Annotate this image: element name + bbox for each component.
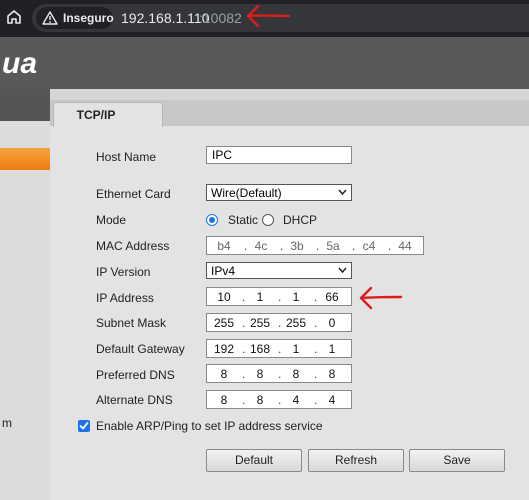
alternate-dns-octet[interactable]: 8	[243, 393, 277, 407]
ip-octet[interactable]: 66	[315, 290, 349, 304]
alternate-dns-label: Alternate DNS	[96, 393, 173, 407]
save-button[interactable]: Save	[409, 449, 505, 472]
tab-tcp-ip[interactable]: TCP/IP	[53, 102, 163, 127]
annotation-arrow-url	[246, 4, 291, 28]
preferred-dns-octet[interactable]: 8	[279, 367, 313, 381]
ip-address-label: IP Address	[96, 291, 154, 305]
gateway-octet[interactable]: 1	[279, 342, 313, 356]
annotation-arrow-ip	[359, 286, 403, 310]
ip-version-value: IPv4	[211, 264, 236, 278]
gateway-octet[interactable]: 1	[315, 342, 349, 356]
ip-version-label: IP Version	[96, 265, 151, 279]
gateway-octet[interactable]: 168	[243, 342, 277, 356]
warning-icon	[42, 11, 58, 25]
app-header	[0, 37, 529, 89]
subnet-octet[interactable]: 255	[207, 316, 241, 330]
gateway-octet[interactable]: 192	[207, 342, 241, 356]
sidebar-item-active[interactable]	[0, 148, 50, 170]
mode-dhcp-label: DHCP	[283, 213, 318, 227]
mode-label: Mode	[96, 213, 127, 227]
ip-version-select[interactable]: IPv4	[206, 262, 352, 279]
host-name-input[interactable]: IPC	[206, 146, 352, 164]
url-host: 192.168.1.110	[121, 10, 210, 26]
alternate-dns-octet[interactable]: 4	[279, 393, 313, 407]
alternate-dns-octet[interactable]: 4	[315, 393, 349, 407]
mode-dhcp-radio[interactable]	[262, 214, 274, 226]
ethernet-card-label: Ethernet Card	[96, 187, 171, 201]
mac-octet: c4	[362, 239, 376, 253]
mode-static-radio[interactable]	[206, 214, 218, 226]
preferred-dns-label: Preferred DNS	[96, 368, 175, 382]
sidebar-header	[0, 89, 50, 121]
host-name-label: Host Name	[96, 150, 157, 164]
alternate-dns-field[interactable]: 8 . 8 . 4 . 4	[206, 390, 352, 409]
subnet-octet[interactable]: 255	[279, 316, 313, 330]
mode-static-label: Static	[228, 213, 259, 227]
ethernet-card-value: Wire(Default)	[211, 186, 282, 200]
sidebar-item-partial[interactable]: m	[2, 416, 12, 430]
default-gateway-label: Default Gateway	[96, 342, 185, 356]
subnet-octet[interactable]: 255	[243, 316, 277, 330]
alternate-dns-octet[interactable]: 8	[207, 393, 241, 407]
chevron-down-icon	[338, 267, 347, 273]
ip-octet[interactable]: 1	[279, 290, 313, 304]
ip-octet[interactable]: 1	[243, 290, 277, 304]
mac-octet: 5a	[326, 239, 340, 253]
preferred-dns-octet[interactable]: 8	[243, 367, 277, 381]
security-label: Inseguro	[63, 11, 114, 25]
preferred-dns-field[interactable]: 8 . 8 . 8 . 8	[206, 364, 352, 383]
subnet-mask-label: Subnet Mask	[96, 316, 167, 330]
mac-octet: 3b	[290, 239, 304, 253]
arp-ping-label: Enable ARP/Ping to set IP address servic…	[96, 419, 323, 433]
default-button[interactable]: Default	[206, 449, 302, 472]
ip-address-field[interactable]: 10 . 1 . 1 . 66	[206, 287, 352, 306]
checkmark-icon	[79, 422, 89, 430]
home-icon[interactable]	[3, 6, 25, 28]
mac-octet: b4	[217, 239, 231, 253]
brand-logo: ua	[2, 47, 38, 80]
mac-octet: 44	[398, 239, 412, 253]
mac-address-field: b4 . 4c . 3b . 5a . c4 . 44	[206, 236, 424, 255]
url-port: :10082	[199, 10, 242, 26]
mac-octet: 4c	[254, 239, 268, 253]
ip-octet[interactable]: 10	[207, 290, 241, 304]
subnet-octet[interactable]: 0	[315, 316, 349, 330]
mac-address-label: MAC Address	[96, 239, 170, 253]
security-chip[interactable]: Inseguro	[36, 7, 114, 29]
arp-ping-checkbox[interactable]	[78, 420, 90, 432]
subnet-mask-field[interactable]: 255 . 255 . 255 . 0	[206, 313, 352, 332]
default-gateway-field[interactable]: 192 . 168 . 1 . 1	[206, 339, 352, 358]
ethernet-card-select[interactable]: Wire(Default)	[206, 184, 352, 201]
preferred-dns-octet[interactable]: 8	[207, 367, 241, 381]
chevron-down-icon	[338, 189, 347, 195]
tab-label: TCP/IP	[76, 108, 116, 122]
refresh-button[interactable]: Refresh	[308, 449, 404, 472]
preferred-dns-octet[interactable]: 8	[315, 367, 349, 381]
